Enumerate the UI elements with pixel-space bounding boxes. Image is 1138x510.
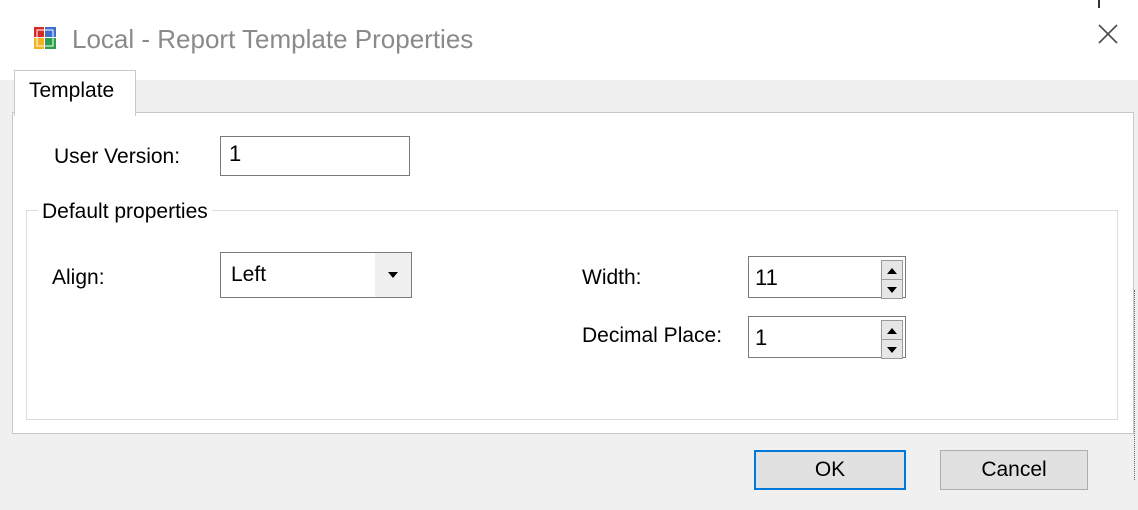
- user-version-value: 1: [229, 141, 242, 166]
- close-icon: [1097, 23, 1119, 50]
- width-value: 11: [755, 265, 778, 290]
- user-version-input[interactable]: 1: [220, 136, 410, 176]
- cancel-button-label: Cancel: [981, 458, 1047, 481]
- window-title: Local - Report Template Properties: [72, 24, 474, 54]
- default-properties-title: Default properties: [38, 200, 212, 224]
- align-dropdown-button[interactable]: [375, 253, 411, 297]
- tab-template[interactable]: Template: [14, 70, 136, 116]
- width-spin-buttons: [881, 260, 903, 299]
- title-bar: Local - Report Template Properties: [0, 0, 1138, 80]
- cancel-button[interactable]: Cancel: [940, 450, 1088, 490]
- align-value: Left: [231, 263, 267, 286]
- decimal-place-spin-up-button[interactable]: [881, 320, 903, 340]
- tab-template-label: Template: [29, 79, 115, 102]
- decimal-place-spin-buttons: [881, 320, 903, 359]
- spin-down-arrow-icon: [887, 340, 897, 358]
- width-spin-up-button[interactable]: [881, 260, 903, 280]
- ok-button-label: OK: [814, 458, 846, 481]
- width-spinner[interactable]: 11: [748, 256, 906, 299]
- spin-up-arrow-icon: [887, 321, 897, 339]
- width-spin-down-button[interactable]: [881, 280, 903, 299]
- decimal-place-spinner[interactable]: 1: [748, 316, 906, 359]
- dialog-window: Local - Report Template Properties Templ…: [0, 0, 1138, 510]
- decimal-place-value: 1: [755, 325, 768, 350]
- align-label: Align:: [52, 266, 105, 289]
- default-properties-group: [26, 210, 1118, 420]
- close-button[interactable]: [1078, 8, 1138, 64]
- app-window-icon: [34, 27, 56, 49]
- align-dropdown[interactable]: Left: [220, 252, 412, 298]
- chevron-down-icon: [387, 266, 399, 284]
- width-label: Width:: [582, 266, 642, 289]
- window-edge-mark-right: [1134, 290, 1137, 480]
- spin-up-arrow-icon: [887, 261, 897, 279]
- spin-down-arrow-icon: [887, 280, 897, 298]
- user-version-label: User Version:: [54, 145, 181, 168]
- decimal-place-label: Decimal Place:: [582, 324, 723, 347]
- window-edge-mark: [1098, 0, 1100, 8]
- decimal-place-spin-down-button[interactable]: [881, 340, 903, 359]
- ok-button[interactable]: OK: [754, 450, 906, 490]
